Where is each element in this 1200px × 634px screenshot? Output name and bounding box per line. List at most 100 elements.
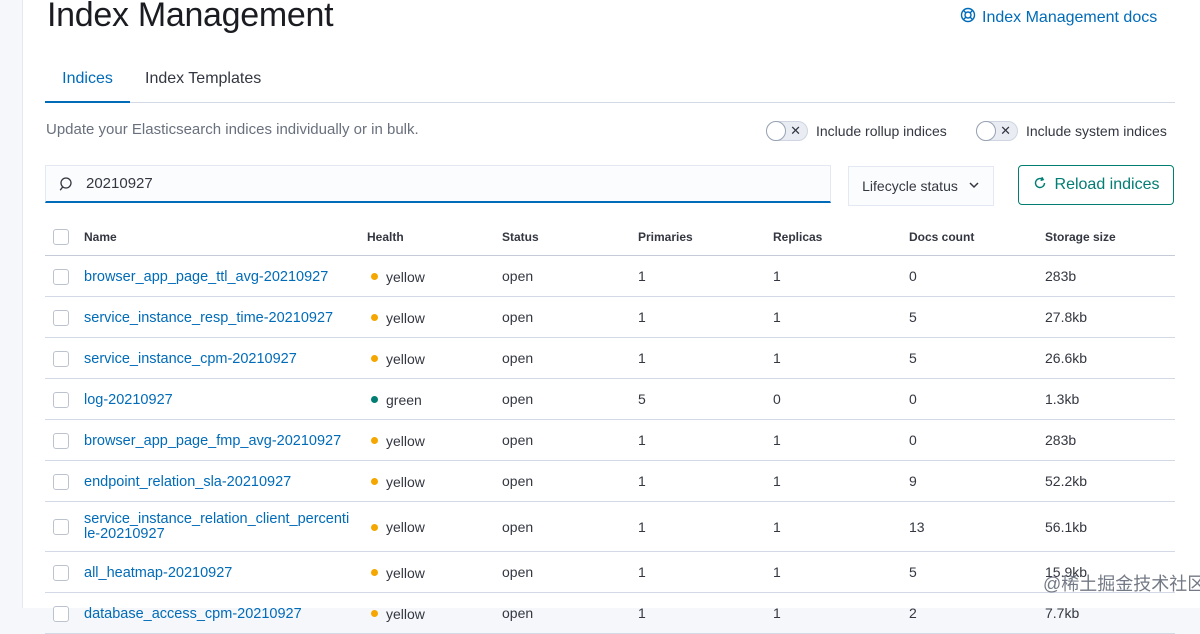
primaries-value: 1 <box>638 592 773 634</box>
docs-count-value: 0 <box>909 378 1045 420</box>
health-value: yellow <box>386 605 425 622</box>
status-value: open <box>502 501 638 552</box>
index-name-link[interactable]: log-20210927 <box>84 392 173 408</box>
index-name-link[interactable]: endpoint_relation_sla-20210927 <box>84 474 291 490</box>
storage-size-value: 7.7kb <box>1045 592 1175 634</box>
storage-size-value: 1.3kb <box>1045 378 1175 420</box>
primaries-value: 1 <box>638 551 773 593</box>
column-header-storage-size[interactable]: Storage size <box>1045 218 1175 256</box>
docs-count-value: 5 <box>909 296 1045 338</box>
primaries-value: 1 <box>638 255 773 297</box>
index-name-link[interactable]: browser_app_page_ttl_avg-20210927 <box>84 269 328 285</box>
docs-count-value: 9 <box>909 460 1045 502</box>
status-value: open <box>502 419 638 461</box>
rollup-toggle-label: Include rollup indices <box>816 123 947 139</box>
column-header-docs-count[interactable]: Docs count <box>909 218 1045 256</box>
row-checkbox[interactable] <box>53 564 69 581</box>
replicas-value: 1 <box>773 296 909 338</box>
health-indicator: yellow <box>367 269 425 285</box>
health-indicator: yellow <box>367 310 425 326</box>
health-indicator: green <box>367 392 422 408</box>
health-dot-icon <box>371 396 378 404</box>
health-dot-icon <box>371 523 378 531</box>
search-input[interactable] <box>84 174 788 193</box>
storage-size-value: 56.1kb <box>1045 501 1175 552</box>
storage-size-value: 283b <box>1045 419 1175 461</box>
column-header-primaries[interactable]: Primaries <box>638 218 773 256</box>
reload-indices-label: Reload indices <box>1054 176 1160 193</box>
index-name-link[interactable]: browser_app_page_fmp_avg-20210927 <box>84 433 341 449</box>
health-indicator: yellow <box>367 565 425 581</box>
docs-count-value: 0 <box>909 419 1045 461</box>
page-title: Index Management <box>47 0 334 34</box>
select-all-checkbox[interactable] <box>53 228 69 245</box>
table-row[interactable]: database_access_cpm-20210927 yellow open 1 1… <box>45 592 1175 634</box>
primaries-value: 1 <box>638 337 773 379</box>
table-row[interactable]: browser_app_page_fmp_avg-20210927 yellow o… <box>45 419 1175 461</box>
row-checkbox[interactable] <box>53 519 69 536</box>
index-name-link[interactable]: service_instance_resp_time-20210927 <box>84 310 333 326</box>
health-value: yellow <box>386 309 425 326</box>
health-dot-icon <box>371 314 378 322</box>
replicas-value: 1 <box>773 460 909 502</box>
lifecycle-status-filter[interactable]: Lifecycle status <box>848 166 994 206</box>
row-checkbox[interactable] <box>53 473 69 490</box>
replicas-value: 0 <box>773 378 909 420</box>
row-checkbox[interactable] <box>53 605 69 622</box>
table-row[interactable]: service_instance_resp_time-20210927 yello… <box>45 296 1175 338</box>
replicas-value: 1 <box>773 255 909 297</box>
index-name-link[interactable]: service_instance_cpm-20210927 <box>84 351 297 367</box>
index-name-link[interactable]: service_instance_relation_client_percent… <box>84 510 350 542</box>
help-circle-icon <box>960 7 976 28</box>
column-header-name[interactable]: Name <box>84 218 367 256</box>
docs-count-value: 0 <box>909 255 1045 297</box>
replicas-value: 1 <box>773 592 909 634</box>
system-toggle-label: Include system indices <box>1026 123 1167 139</box>
docs-count-value: 2 <box>909 592 1045 634</box>
health-indicator: yellow <box>367 351 425 367</box>
row-checkbox[interactable] <box>53 309 69 326</box>
docs-link[interactable]: Index Management docs <box>960 7 1157 28</box>
table-header-row: Name Health Status Primaries Replicas Do… <box>45 218 1175 256</box>
system-toggle[interactable]: ✕ <box>976 121 1018 141</box>
health-value: yellow <box>386 473 425 490</box>
row-checkbox[interactable] <box>53 350 69 367</box>
health-indicator: yellow <box>367 433 425 449</box>
primaries-value: 5 <box>638 378 773 420</box>
table-row[interactable]: all_heatmap-20210927 yellow open 1 1 5 15.9kb <box>45 551 1175 593</box>
index-name-link[interactable]: all_heatmap-20210927 <box>84 565 232 581</box>
column-header-replicas[interactable]: Replicas <box>773 218 909 256</box>
search-icon <box>58 175 76 193</box>
health-value: yellow <box>386 564 425 581</box>
tabs: Indices Index Templates <box>45 58 1175 103</box>
row-checkbox[interactable] <box>53 391 69 408</box>
table-row[interactable]: service_instance_cpm-20210927 yellow open 1… <box>45 337 1175 379</box>
column-header-status[interactable]: Status <box>502 218 638 256</box>
replicas-value: 1 <box>773 419 909 461</box>
replicas-value: 1 <box>773 551 909 593</box>
reload-indices-button[interactable]: Reload indices <box>1018 165 1174 205</box>
refresh-icon <box>1033 176 1047 195</box>
chevron-down-icon <box>968 178 980 194</box>
docs-count-value: 5 <box>909 337 1045 379</box>
indices-table: Name Health Status Primaries Replicas Do… <box>45 218 1175 634</box>
table-row[interactable]: log-20210927 green open 5 0 0 1.3kb <box>45 378 1175 420</box>
tab-indices[interactable]: Indices <box>45 70 130 103</box>
status-value: open <box>502 255 638 297</box>
row-checkbox[interactable] <box>53 432 69 449</box>
table-row[interactable]: endpoint_relation_sla-20210927 yellow open… <box>45 460 1175 502</box>
rollup-toggle[interactable]: ✕ <box>766 121 808 141</box>
index-name-link[interactable]: database_access_cpm-20210927 <box>84 606 302 622</box>
row-checkbox[interactable] <box>53 268 69 285</box>
index-name-line: service_instance_relation_client_percent… <box>84 510 350 527</box>
health-value: yellow <box>386 350 425 367</box>
status-value: open <box>502 337 638 379</box>
docs-count-value: 13 <box>909 501 1045 552</box>
table-row[interactable]: service_instance_relation_client_percent… <box>45 501 1175 552</box>
close-icon: ✕ <box>790 123 801 138</box>
column-header-health[interactable]: Health <box>367 218 502 256</box>
primaries-value: 1 <box>638 460 773 502</box>
health-value: yellow <box>386 519 425 536</box>
tab-index-templates[interactable]: Index Templates <box>145 70 261 88</box>
table-row[interactable]: browser_app_page_ttl_avg-20210927 yellow o… <box>45 255 1175 297</box>
